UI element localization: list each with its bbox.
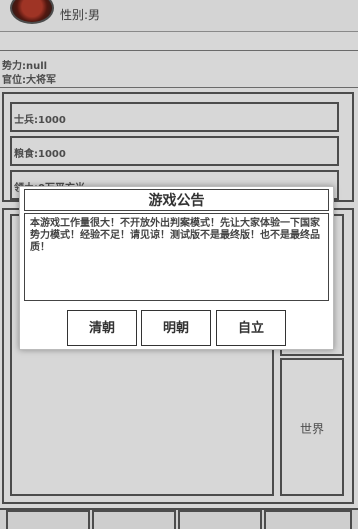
dialog-message: 本游戏工作量很大！不开放外出判案模式！先让大家体验一下国家势力模式！经验不足！请… bbox=[24, 213, 329, 301]
qing-dynasty-button[interactable]: 清朝 bbox=[67, 310, 137, 346]
announcement-dialog: 游戏公告 本游戏工作量很大！不开放外出判案模式！先让大家体验一下国家势力模式！经… bbox=[19, 186, 334, 350]
independent-button[interactable]: 自立 bbox=[216, 310, 286, 346]
dialog-title: 游戏公告 bbox=[24, 189, 329, 211]
ming-dynasty-button[interactable]: 明朝 bbox=[141, 310, 211, 346]
